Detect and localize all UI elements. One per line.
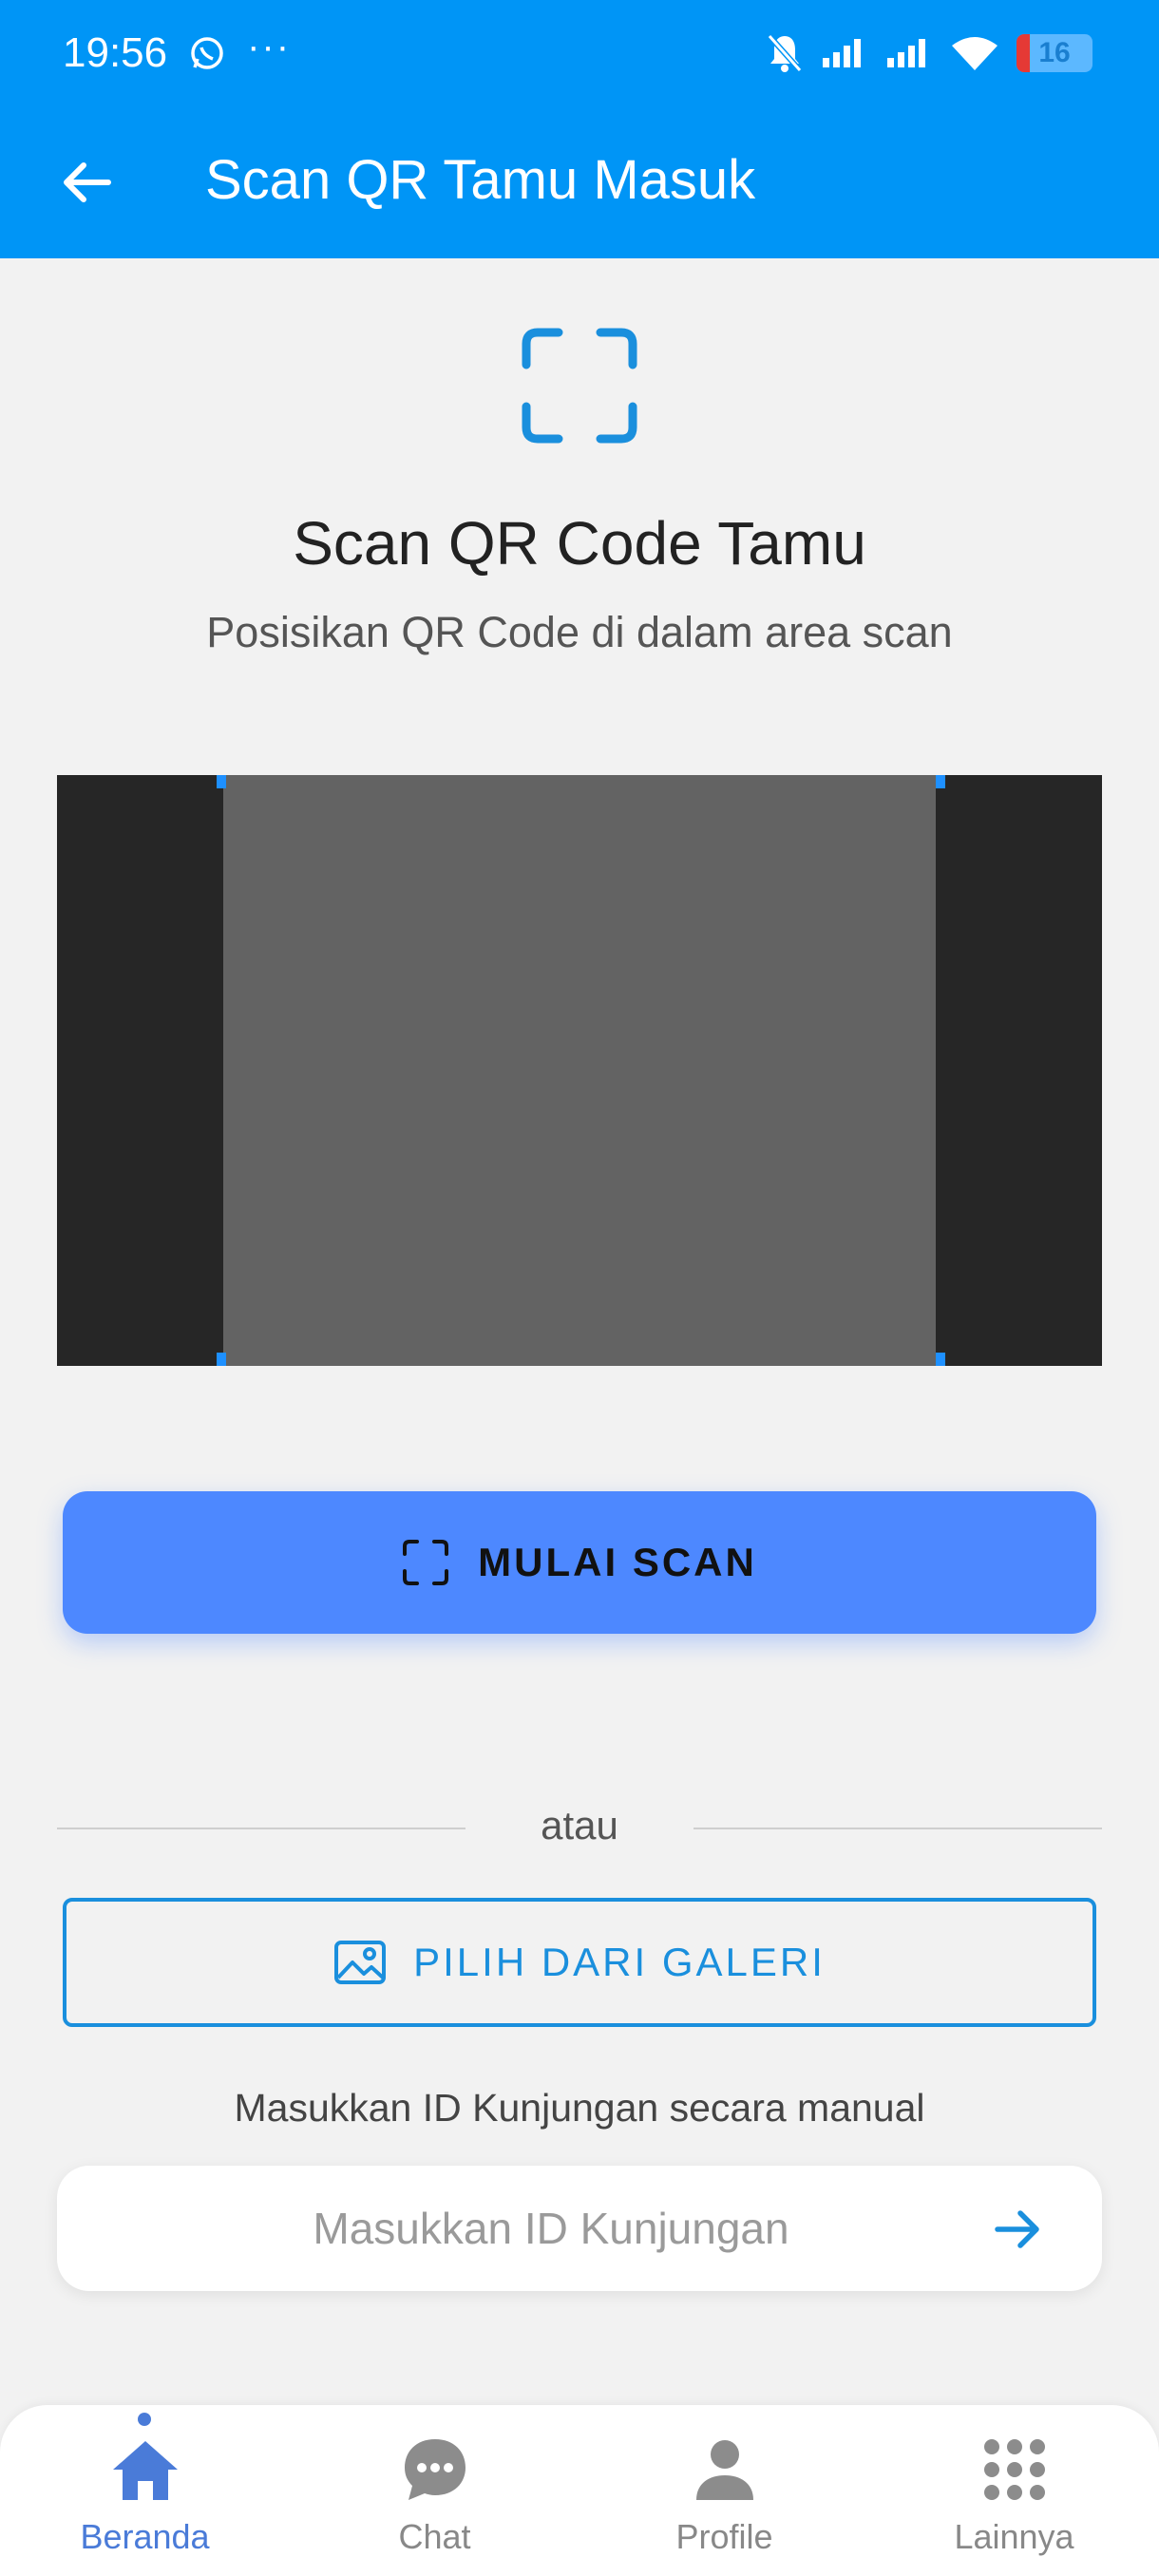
- pick-from-gallery-button[interactable]: PILIH DARI GALERI: [63, 1898, 1096, 2027]
- status-left: 19:56 ···: [63, 25, 292, 77]
- gallery-label: PILIH DARI GALERI: [413, 1940, 826, 1984]
- image-icon: [334, 1941, 387, 1984]
- divider-text: atau: [541, 1803, 618, 1847]
- app-bar: Scan QR Tamu Masuk: [0, 106, 1159, 258]
- page-title: Scan QR Tamu Masuk: [205, 149, 756, 211]
- start-scan-label: MULAI SCAN: [478, 1540, 757, 1584]
- back-button[interactable]: [49, 146, 122, 218]
- chat-icon: [404, 2439, 466, 2500]
- grid-icon: [983, 2439, 1045, 2500]
- nav-item-chat[interactable]: Chat: [290, 2405, 580, 2576]
- manual-entry-label: Masukkan ID Kunjungan secara manual: [234, 2086, 925, 2130]
- visit-id-field-container: [57, 2166, 1102, 2291]
- scan-title: Scan QR Code Tamu: [293, 509, 866, 578]
- scan-icon: [403, 1540, 449, 1585]
- scan-corner-bottom-right: [936, 1353, 945, 1366]
- nav-item-lainnya[interactable]: Lainnya: [869, 2405, 1159, 2576]
- visit-id-input[interactable]: [57, 2166, 969, 2291]
- battery-indicator: 16: [1016, 34, 1092, 72]
- whatsapp-icon: [191, 37, 223, 69]
- signal-icon: [823, 39, 861, 67]
- nav-label-lainnya: Lainnya: [954, 2517, 1074, 2556]
- scan-corner-bottom-left: [217, 1353, 226, 1366]
- nav-item-beranda[interactable]: Beranda: [0, 2405, 290, 2576]
- status-time: 19:56: [63, 29, 168, 76]
- nav-label-profile: Profile: [675, 2517, 773, 2556]
- submit-arrow-icon[interactable]: [992, 2204, 1043, 2255]
- scan-corner-top-right: [936, 775, 945, 788]
- divider-right: [694, 1828, 1102, 1829]
- start-scan-button[interactable]: MULAI SCAN: [63, 1491, 1096, 1634]
- scan-subtitle: Posisikan QR Code di dalam area scan: [206, 608, 953, 656]
- nav-item-profile[interactable]: Profile: [580, 2405, 869, 2576]
- nav-label-chat: Chat: [398, 2517, 471, 2556]
- wifi-icon: [952, 37, 998, 70]
- bottom-navigation: Beranda Chat Profile Lainnya: [0, 2405, 1159, 2576]
- qr-scan-frame-icon: [522, 328, 637, 444]
- status-bar: 19:56 ··· 16: [0, 0, 1159, 106]
- active-indicator: [138, 2413, 151, 2426]
- nav-label-beranda: Beranda: [80, 2517, 210, 2556]
- scan-area: [223, 775, 936, 1366]
- bell-muted-icon: [767, 34, 803, 72]
- camera-preview[interactable]: [57, 775, 1102, 1366]
- status-right: 16: [766, 32, 1092, 74]
- battery-level: 16: [1038, 37, 1071, 68]
- more-notifications-icon: ···: [247, 25, 292, 67]
- profile-icon: [695, 2440, 753, 2500]
- arrow-left-icon: [64, 162, 111, 202]
- signal-icon-2: [887, 39, 925, 67]
- scan-corner-top-left: [217, 775, 226, 788]
- home-icon: [112, 2441, 178, 2500]
